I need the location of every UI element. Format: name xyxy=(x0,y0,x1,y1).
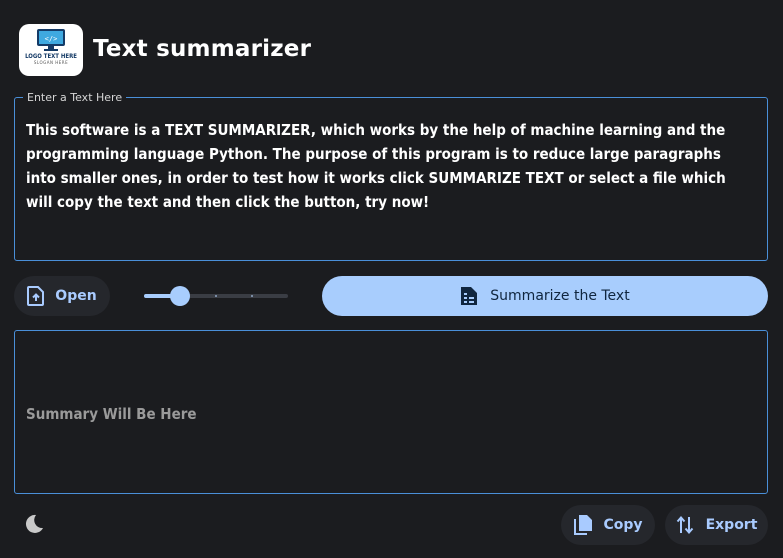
app-logo: </> LOGO TEXT HERE SLOGAN HERE xyxy=(19,24,83,76)
input-legend: Enter a Text Here xyxy=(23,91,127,104)
document-list-icon xyxy=(461,287,478,305)
slider-step-mark xyxy=(251,295,253,297)
summarize-button[interactable]: Summarize the Text xyxy=(322,276,768,316)
copy-icon xyxy=(574,515,593,535)
file-upload-icon xyxy=(27,286,45,306)
input-text[interactable]: This software is a TEXT SUMMARIZER, whic… xyxy=(26,118,755,214)
export-label: Export xyxy=(705,517,758,533)
copy-label: Copy xyxy=(603,517,643,533)
summary-length-slider[interactable] xyxy=(144,286,290,306)
summary-output-field[interactable]: Summary Will Be Here xyxy=(14,330,768,494)
summary-placeholder: Summary Will Be Here xyxy=(26,405,197,423)
monitor-code-icon: </> xyxy=(37,29,65,51)
open-button[interactable]: Open xyxy=(14,276,110,316)
svg-text:</>: </> xyxy=(45,35,58,43)
sort-arrows-icon xyxy=(676,515,693,535)
summarize-label: Summarize the Text xyxy=(490,288,630,304)
theme-toggle-button[interactable] xyxy=(23,513,45,535)
moon-icon xyxy=(25,514,43,533)
slider-thumb[interactable] xyxy=(170,286,190,306)
app-title: Text summarizer xyxy=(93,36,312,62)
logo-text: LOGO TEXT HERE xyxy=(25,53,77,60)
logo-slogan: SLOGAN HERE xyxy=(33,60,69,65)
export-button[interactable]: Export xyxy=(665,505,768,545)
text-input-field[interactable]: Enter a Text Here This software is a TEX… xyxy=(14,91,768,261)
copy-button[interactable]: Copy xyxy=(561,505,655,545)
slider-step-mark xyxy=(215,295,217,297)
open-label: Open xyxy=(55,288,97,304)
